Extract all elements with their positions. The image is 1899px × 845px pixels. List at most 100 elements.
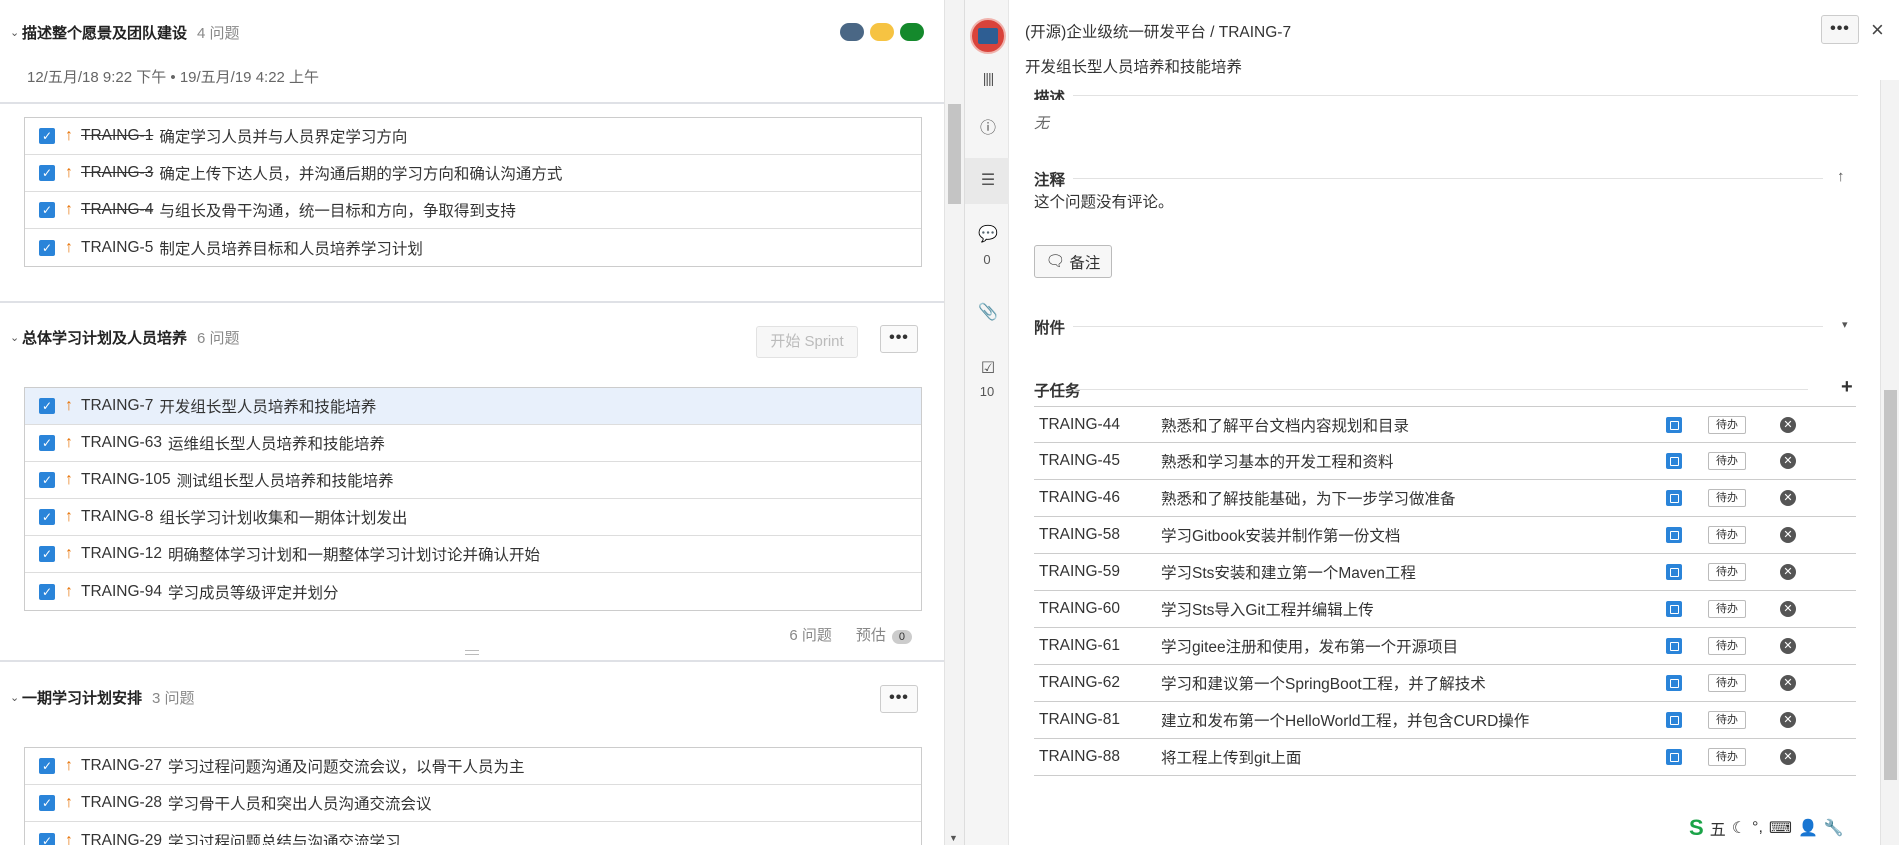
issue-key[interactable]: TRAING-28	[81, 794, 162, 812]
subtask-summary[interactable]: 学习Sts导入Git工程并编辑上传	[1161, 598, 1374, 620]
user-icon[interactable]: 👤	[1798, 818, 1818, 838]
subtask-summary[interactable]: 建立和发布第一个HelloWorld工程，并包含CURD操作	[1161, 709, 1529, 731]
subtask-key[interactable]: TRAING-81	[1039, 711, 1120, 729]
remove-icon[interactable]: ✕	[1780, 749, 1796, 765]
subtask-status[interactable]: 待办	[1708, 415, 1746, 434]
subtask-status[interactable]: 待办	[1708, 563, 1746, 581]
issue-key[interactable]: TRAING-63	[81, 434, 162, 452]
subtask-key[interactable]: TRAING-61	[1039, 637, 1120, 655]
subtask-key[interactable]: TRAING-88	[1039, 748, 1120, 766]
subtask-key[interactable]: TRAING-58	[1039, 526, 1120, 544]
subtask-row[interactable]: TRAING-45 熟悉和学习基本的开发工程和资料 待办 ✕	[1034, 443, 1856, 480]
description-icon[interactable]: ☰	[977, 170, 999, 192]
add-subtask-icon[interactable]: +	[1841, 376, 1853, 399]
subtask-summary[interactable]: 将工程上传到git上面	[1161, 746, 1301, 768]
sprint-3-header[interactable]: ⌄ 一期学习计划安排 3 问题	[10, 687, 195, 708]
subtask-key[interactable]: TRAING-46	[1039, 489, 1120, 507]
issue-key[interactable]: TRAING-4	[81, 201, 153, 219]
issue-key[interactable]: TRAING-5	[81, 239, 153, 257]
keyboard-icon[interactable]: ⌨	[1769, 818, 1792, 838]
sort-up-icon[interactable]: ↑	[1837, 168, 1845, 185]
subtasks-icon[interactable]: ☑	[977, 358, 999, 380]
subtask-key[interactable]: TRAING-45	[1039, 452, 1120, 470]
description-value[interactable]: 无	[1034, 112, 1049, 133]
chevron-down-icon[interactable]: ⌄	[10, 26, 22, 39]
remove-icon[interactable]: ✕	[1780, 638, 1796, 654]
subtask-summary[interactable]: 熟悉和了解技能基础，为下一步学习做准备	[1161, 487, 1456, 509]
remove-icon[interactable]: ✕	[1780, 564, 1796, 580]
issue-row[interactable]: ✓ ↑ TRAING-7 开发组长型人员培养和技能培养	[25, 388, 921, 425]
subtask-summary[interactable]: 学习和建议第一个SpringBoot工程，并了解技术	[1161, 672, 1486, 694]
subtask-summary[interactable]: 熟悉和学习基本的开发工程和资料	[1161, 450, 1394, 472]
issue-row[interactable]: ✓ ↑ TRAING-63 运维组长型人员培养和技能培养	[25, 425, 921, 462]
comment-icon[interactable]: 💬	[977, 224, 999, 246]
subtask-summary[interactable]: 学习gitee注册和使用，发布第一个开源项目	[1161, 635, 1458, 657]
subtask-row[interactable]: TRAING-61 学习gitee注册和使用，发布第一个开源项目 待办 ✕	[1034, 628, 1856, 665]
chevron-down-icon[interactable]: ⌄	[10, 691, 22, 704]
issue-key[interactable]: TRAING-7	[81, 397, 153, 415]
ime-toolbar[interactable]: S 五 ☾ °, ⌨ 👤 🔧	[1689, 815, 1844, 841]
subtask-row[interactable]: TRAING-44 熟悉和了解平台文档内容规划和目录 待办 ✕	[1034, 406, 1856, 443]
ime-mode[interactable]: 五	[1710, 816, 1726, 840]
detail-scrollbar[interactable]	[1880, 80, 1899, 845]
subtask-key[interactable]: TRAING-60	[1039, 600, 1120, 618]
sprint-2-header[interactable]: ⌄ 总体学习计划及人员培养 6 问题	[10, 327, 240, 348]
issue-row[interactable]: ✓ ↑ TRAING-8 组长学习计划收集和一期体计划发出	[25, 499, 921, 536]
subtask-status[interactable]: 待办	[1708, 674, 1746, 692]
subtask-row[interactable]: TRAING-88 将工程上传到git上面 待办 ✕	[1034, 739, 1856, 776]
issue-key[interactable]: TRAING-3	[81, 164, 153, 182]
subtask-row[interactable]: TRAING-60 学习Sts导入Git工程并编辑上传 待办 ✕	[1034, 591, 1856, 628]
issue-row[interactable]: ✓ ↑ TRAING-94 学习成员等级评定并划分	[25, 573, 921, 610]
close-icon[interactable]: ×	[1871, 17, 1884, 43]
drag-handle-icon[interactable]: ||||	[977, 70, 999, 92]
project-avatar[interactable]	[970, 18, 1006, 54]
subtask-summary[interactable]: 熟悉和了解平台文档内容规划和目录	[1161, 414, 1409, 436]
remove-icon[interactable]: ✕	[1780, 527, 1796, 543]
issue-row[interactable]: ✓ ↑ TRAING-28 学习骨干人员和突出人员沟通交流会议	[25, 785, 921, 822]
subtask-status[interactable]: 待办	[1708, 600, 1746, 618]
issue-row[interactable]: ✓ ↑ TRAING-105 测试组长型人员培养和技能培养	[25, 462, 921, 499]
issue-key[interactable]: TRAING-105	[81, 471, 171, 489]
subtask-status[interactable]: 待办	[1708, 637, 1746, 655]
add-note-button[interactable]: 🗨 备注	[1034, 245, 1112, 278]
remove-icon[interactable]: ✕	[1780, 675, 1796, 691]
remove-icon[interactable]: ✕	[1780, 453, 1796, 469]
subtask-row[interactable]: TRAING-59 学习Sts安装和建立第一个Maven工程 待办 ✕	[1034, 554, 1856, 591]
punctuation-icon[interactable]: °,	[1752, 819, 1763, 837]
subtask-status[interactable]: 待办	[1708, 748, 1746, 766]
sprint-3-more-button[interactable]: •••	[880, 685, 918, 713]
subtask-row[interactable]: TRAING-81 建立和发布第一个HelloWorld工程，并包含CURD操作…	[1034, 702, 1856, 739]
moon-icon[interactable]: ☾	[1732, 818, 1746, 838]
issue-row[interactable]: ✓ ↑ TRAING-5 制定人员培养目标和人员培养学习计划	[25, 229, 921, 266]
issue-key[interactable]: TRAING-12	[81, 545, 162, 563]
issue-row[interactable]: ✓ ↑ TRAING-3 确定上传下达人员，并沟通后期的学习方向和确认沟通方式	[25, 155, 921, 192]
remove-icon[interactable]: ✕	[1780, 601, 1796, 617]
subtask-status[interactable]: 待办	[1708, 711, 1746, 729]
chevron-down-icon[interactable]: ⌄	[10, 331, 22, 344]
subtask-status[interactable]: 待办	[1708, 452, 1746, 470]
subtask-row[interactable]: TRAING-46 熟悉和了解技能基础，为下一步学习做准备 待办 ✕	[1034, 480, 1856, 517]
backlog-scrollbar[interactable]: ▼	[944, 0, 964, 845]
backlog-scrollbar-thumb[interactable]	[948, 104, 961, 204]
issue-key[interactable]: TRAING-1	[81, 127, 153, 145]
wrench-icon[interactable]: 🔧	[1824, 818, 1844, 838]
issue-key[interactable]: TRAING-8	[81, 508, 153, 526]
sprint-1-header[interactable]: ⌄ 描述整个愿景及团队建设 4 问题	[10, 22, 240, 43]
attachment-icon[interactable]: 📎	[977, 302, 999, 324]
subtask-status[interactable]: 待办	[1708, 526, 1746, 544]
chevron-down-icon[interactable]: ▾	[1842, 318, 1848, 331]
subtask-row[interactable]: TRAING-62 学习和建议第一个SpringBoot工程，并了解技术 待办 …	[1034, 665, 1856, 702]
subtask-key[interactable]: TRAING-62	[1039, 674, 1120, 692]
issue-row[interactable]: ✓ ↑ TRAING-12 明确整体学习计划和一期整体学习计划讨论并确认开始	[25, 536, 921, 573]
issue-row[interactable]: ✓ ↑ TRAING-29 学习过程问题总结与沟通交流学习	[25, 822, 921, 845]
issue-key[interactable]: TRAING-94	[81, 583, 162, 601]
subtask-key[interactable]: TRAING-44	[1039, 416, 1120, 434]
scroll-down-arrow-icon[interactable]: ▼	[949, 833, 958, 843]
issue-key[interactable]: TRAING-27	[81, 757, 162, 775]
subtask-status[interactable]: 待办	[1708, 489, 1746, 507]
detail-more-button[interactable]: •••	[1821, 15, 1859, 44]
info-icon[interactable]: ⓘ	[977, 114, 999, 137]
detail-scrollbar-thumb[interactable]	[1884, 390, 1897, 780]
issue-row[interactable]: ✓ ↑ TRAING-4 与组长及骨干沟通，统一目标和方向，争取得到支持	[25, 192, 921, 229]
issue-summary-title[interactable]: 开发组长型人员培养和技能培养	[1025, 55, 1242, 77]
